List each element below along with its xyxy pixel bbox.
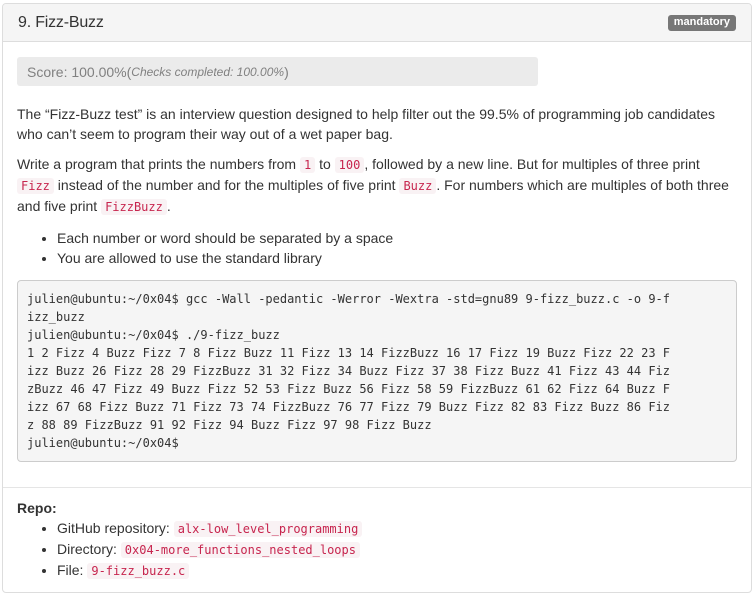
task-panel: 9. Fizz-Buzz mandatory Score: 100.00% (C… [2,3,752,593]
inline-code: 100 [334,157,365,173]
requirements-list: Each number or word should be separated … [17,228,737,268]
repo-key: File: [57,562,88,578]
text-segment: to [315,156,335,172]
mandatory-badge: mandatory [667,14,736,31]
terminal-line: z 88 89 FizzBuzz 91 92 Fizz 94 Buzz Fizz… [27,418,432,432]
repo-section: Repo: GitHub repository: alx-low_level_p… [17,488,737,581]
terminal-line: izz 67 68 Fizz Buzz 71 Fizz 73 74 FizzBu… [27,400,670,414]
intro-paragraph: The “Fizz-Buzz test” is an interview que… [17,106,716,142]
repo-list: GitHub repository: alx-low_level_program… [17,518,737,581]
score-text: Score: 100.00% [27,63,127,80]
terminal-line: izz Buzz 26 Fizz 28 29 FizzBuzz 31 32 Fi… [27,364,670,378]
repo-key: Directory: [57,541,121,557]
repo-value[interactable]: 9-fizz_buzz.c [87,563,190,579]
repo-value[interactable]: alx-low_level_programming [173,521,363,537]
repo-item-github: GitHub repository: alx-low_level_program… [57,518,737,539]
task-header: 9. Fizz-Buzz mandatory [3,4,751,42]
terminal-line: izz_buzz [27,310,85,324]
repo-key: GitHub repository: [57,520,174,536]
task-title: 9. Fizz-Buzz [18,13,104,31]
task-body: Score: 100.00% (Checks completed: 100.00… [3,42,751,581]
inline-code: 1 [299,157,316,173]
text-segment: , followed by a new line. But for multip… [364,156,700,172]
terminal-line: julien@ubuntu:~/0x04$ ./9-fizz_buzz [27,328,280,342]
instructions-paragraph: Write a program that prints the numbers … [17,154,737,217]
score-checks: Checks completed: 100.00% [131,64,285,79]
inline-code: Buzz [399,178,437,194]
terminal-line: julien@ubuntu:~/0x04$ gcc -Wall -pedanti… [27,292,670,306]
repo-value[interactable]: 0x04-more_functions_nested_loops [120,542,360,558]
score-bar: Score: 100.00% (Checks completed: 100.00… [17,57,538,86]
score-checks-close: ) [284,63,289,80]
terminal-output[interactable]: julien@ubuntu:~/0x04$ gcc -Wall -pedanti… [17,280,737,462]
inline-code: Fizz [17,178,54,194]
repo-item-file: File: 9-fizz_buzz.c [57,560,737,581]
list-item: Each number or word should be separated … [57,228,737,248]
terminal-line: 1 2 Fizz 4 Buzz Fizz 7 8 Fizz Buzz 11 Fi… [27,346,670,360]
terminal-line: julien@ubuntu:~/0x04$ [27,436,179,450]
text-segment: . [166,198,171,214]
terminal-line: zBuzz 46 47 Fizz 49 Buzz Fizz 52 53 Fizz… [27,382,670,396]
inline-code: FizzBuzz [101,199,167,215]
list-item: You are allowed to use the standard libr… [57,248,737,268]
text-segment: Write a program that prints the numbers … [17,156,300,172]
repo-label: Repo: [17,500,57,516]
repo-item-directory: Directory: 0x04-more_functions_nested_lo… [57,539,737,560]
text-segment: instead of the number and for the multip… [53,177,400,193]
